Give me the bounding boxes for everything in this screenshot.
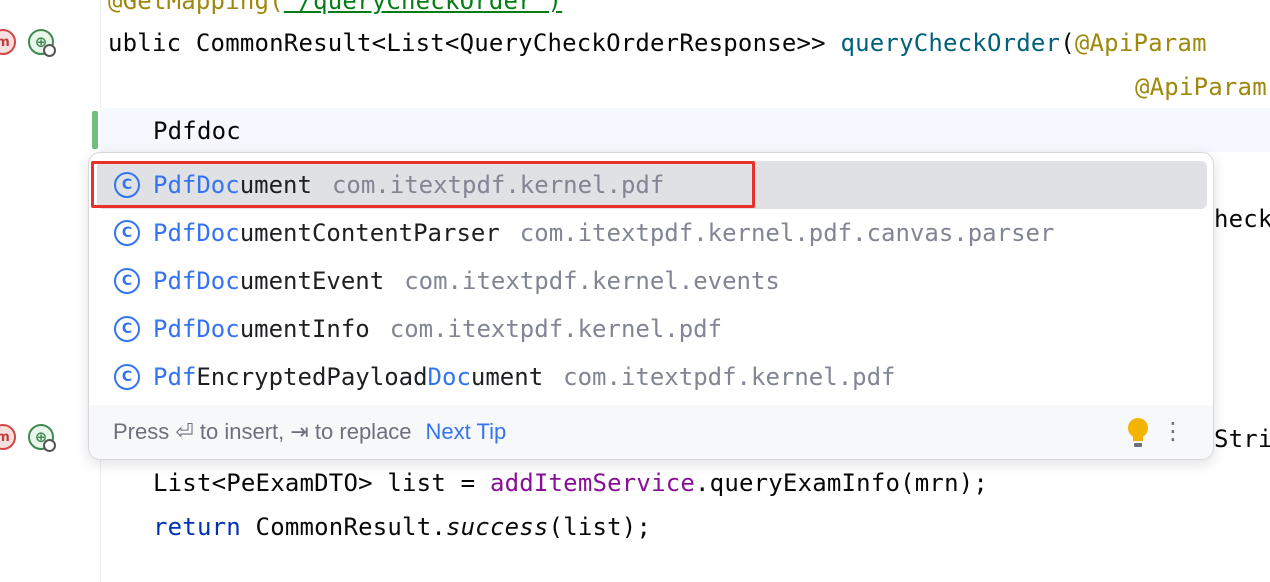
completion-item-name: PdfEncryptedPayloadDocument <box>153 363 543 391</box>
completion-item-package: com.itextpdf.kernel.pdf.canvas.parser <box>519 219 1055 247</box>
completion-item[interactable]: C PdfEncryptedPayloadDocument com.itextpdf… <box>97 353 1207 401</box>
completion-item-package: com.itextpdf.kernel.pdf <box>389 315 723 343</box>
vcs-change-marker[interactable] <box>92 111 98 149</box>
code-text: .queryExamInfo(mrn); <box>695 469 989 497</box>
paren-token: ( <box>1060 29 1075 57</box>
mapping-icon[interactable]: m <box>0 29 16 55</box>
completion-item-package: com.itextpdf.kernel.pdf <box>563 363 896 391</box>
completion-item[interactable]: C PdfDocumentInfo com.itextpdf.kernel.pdf <box>97 305 1207 353</box>
annotation-token: @GetMapping( <box>108 0 284 15</box>
code-line-return[interactable]: return CommonResult.success(list); <box>153 512 651 542</box>
code-text: List<PeExamDTO> list = <box>153 469 490 497</box>
name-text: umentContentParser <box>239 219 500 247</box>
completion-item-name: PdfDocumentInfo <box>153 315 370 343</box>
class-icon: C <box>114 364 140 390</box>
match-highlight: Doc <box>427 363 471 391</box>
next-tip-link[interactable]: Next Tip <box>426 419 507 445</box>
completion-item-name: PdfDocumentEvent <box>153 267 384 295</box>
code-line-annotation[interactable]: @GetMapping("/queryCheckOrder") <box>108 0 562 16</box>
completion-footer: Press ⏎ to insert, ⇥ to replace Next Tip… <box>89 405 1213 459</box>
class-icon: C <box>114 268 140 294</box>
match-highlight: PdfDoc <box>153 219 240 247</box>
code-line-list[interactable]: List<PeExamDTO> list = addItemService.qu… <box>153 468 988 498</box>
typed-text: Pdfdoc <box>153 117 241 145</box>
name-text: umentInfo <box>239 315 370 343</box>
string-token: "/queryCheckOrder") <box>283 0 563 15</box>
match-highlight: PdfDoc <box>153 315 240 343</box>
editor-gutter: m ⊕ m ⊕ <box>0 0 101 582</box>
declaration-text: ublic CommonResult<List<QueryCheckOrderR… <box>108 29 841 57</box>
current-line-highlight <box>100 108 1270 152</box>
code-line-typed[interactable]: Pdfdoc <box>153 116 241 146</box>
code-line-param[interactable]: @ApiParam <box>1135 72 1267 102</box>
annotation-token: @ApiParam <box>1074 29 1207 57</box>
completion-item[interactable]: C PdfDocumentContentParser com.itextpdf.ke… <box>97 209 1207 257</box>
name-text: EncryptedPayload <box>196 363 428 391</box>
footer-hint: Press ⏎ to insert, ⇥ to replace <box>113 419 412 444</box>
completion-item[interactable]: C PdfDocumentEvent com.itextpdf.kernel.eve… <box>97 257 1207 305</box>
mapping-icon[interactable]: m <box>0 424 16 450</box>
partial-text: heck <box>1214 205 1270 233</box>
match-highlight: PdfDoc <box>153 267 240 295</box>
static-method-token: success <box>446 513 549 541</box>
more-options-icon[interactable]: ⋮ <box>1161 419 1185 443</box>
method-name-token: queryCheckOrder <box>840 29 1061 57</box>
class-icon: C <box>114 316 140 342</box>
code-text: (list); <box>548 513 652 541</box>
field-token: addItemService <box>489 469 696 497</box>
name-text: ument <box>470 363 544 391</box>
name-text: umentEvent <box>239 267 385 295</box>
completion-item-package: com.itextpdf.kernel.events <box>404 267 780 295</box>
code-line-partial: Stri <box>1214 424 1270 454</box>
annotation-highlight-box <box>91 161 755 208</box>
partial-text: Stri <box>1214 425 1270 453</box>
code-line-method-declaration[interactable]: ublic CommonResult<List<QueryCheckOrderR… <box>108 28 1207 58</box>
keyword-token: return <box>153 513 241 541</box>
code-text: CommonResult. <box>240 513 446 541</box>
annotation-token: @ApiParam <box>1135 73 1267 101</box>
class-icon: C <box>114 220 140 246</box>
lightbulb-icon[interactable] <box>1127 417 1149 449</box>
match-highlight: Pdf <box>153 363 197 391</box>
web-endpoint-icon[interactable]: ⊕ <box>28 29 56 57</box>
completion-item-name: PdfDocumentContentParser <box>153 219 500 247</box>
web-endpoint-icon[interactable]: ⊕ <box>28 424 56 452</box>
code-line-partial: heck <box>1214 204 1270 234</box>
